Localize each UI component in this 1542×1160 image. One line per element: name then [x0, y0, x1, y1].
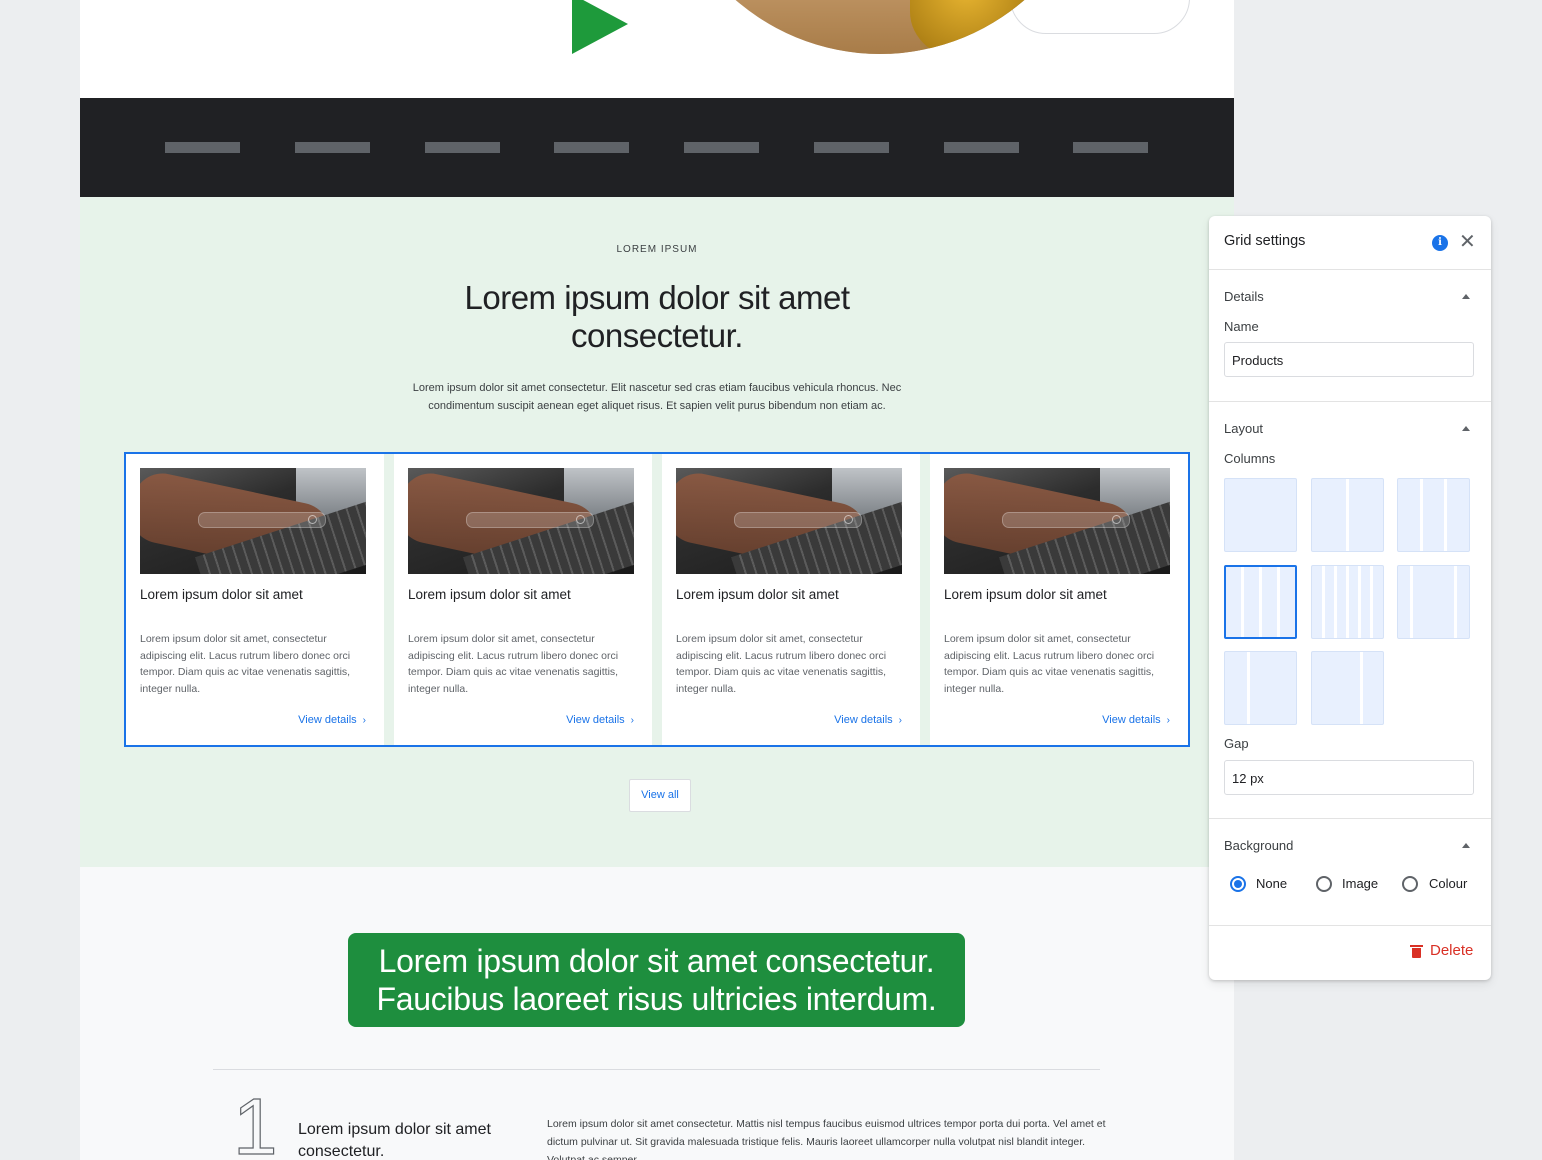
collapse-details-icon[interactable] [1462, 294, 1470, 299]
logo-placeholder [814, 142, 889, 153]
page-canvas: LOREM IPSUM Lorem ipsum dolor sit amet c… [80, 0, 1234, 1160]
card-image [676, 468, 902, 574]
background-colour-radio[interactable] [1402, 876, 1418, 892]
step-title: Lorem ipsum dolor sit amet consectetur. [298, 1121, 491, 1160]
divider [213, 1069, 1100, 1070]
layout-section-label[interactable]: Layout [1224, 421, 1263, 436]
gap-field[interactable]: 12 px [1224, 760, 1474, 795]
trash-icon[interactable] [1410, 945, 1423, 958]
background-image-radio[interactable] [1316, 876, 1332, 892]
collapse-background-icon[interactable] [1462, 843, 1470, 848]
column-option-2[interactable] [1311, 478, 1384, 552]
link-label: View details [1102, 714, 1161, 726]
columns-label: Columns [1224, 451, 1276, 466]
column-option-narrow-left[interactable] [1224, 651, 1297, 725]
name-field[interactable]: Products [1224, 342, 1474, 377]
section-lede: Lorem ipsum dolor sit amet consectetur. … [412, 382, 902, 412]
step-number: 1 [232, 1082, 278, 1160]
logo-placeholder [554, 142, 629, 153]
panel-header: Grid settings i ✕ [1209, 216, 1491, 270]
view-details-link[interactable]: View details › [566, 714, 634, 726]
card-description: Lorem ipsum dolor sit amet, consectetur … [676, 633, 887, 695]
card-image [408, 468, 634, 574]
logo-placeholder [1073, 142, 1148, 153]
close-icon[interactable]: ✕ [1459, 230, 1476, 254]
section-divider [1209, 818, 1491, 819]
product-card[interactable]: Lorem ipsum dolor sit amet Lorem ipsum d… [930, 454, 1188, 745]
chevron-right-icon: › [1166, 715, 1170, 726]
section-eyebrow: LOREM IPSUM [616, 244, 698, 255]
product-card[interactable]: Lorem ipsum dolor sit amet Lorem ipsum d… [126, 454, 384, 745]
hero-photo [660, 0, 1100, 54]
info-icon[interactable]: i [1432, 235, 1448, 251]
step-text: Lorem ipsum dolor sit amet consectetur. … [547, 1118, 1106, 1160]
hero-section [80, 0, 1234, 98]
link-label: View details [834, 714, 893, 726]
grid-settings-panel: Grid settings i ✕ Details Name Products … [1209, 216, 1491, 980]
view-details-link[interactable]: View details › [1102, 714, 1170, 726]
gap-label: Gap [1224, 736, 1249, 751]
panel-title: Grid settings [1224, 233, 1306, 249]
column-option-1[interactable] [1224, 478, 1297, 552]
name-label: Name [1224, 319, 1259, 334]
product-card[interactable]: Lorem ipsum dolor sit amet Lorem ipsum d… [394, 454, 652, 745]
background-image-label[interactable]: Image [1342, 876, 1378, 891]
details-section-label[interactable]: Details [1224, 289, 1264, 304]
lower-section: Lorem ipsum dolor sit amet consectetur. … [80, 867, 1234, 1160]
column-option-4[interactable] [1224, 565, 1297, 639]
chevron-right-icon: › [630, 715, 634, 726]
card-image [140, 468, 366, 574]
logo-placeholder [684, 142, 759, 153]
card-title: Lorem ipsum dolor sit amet [408, 587, 571, 602]
collapse-layout-icon[interactable] [1462, 426, 1470, 431]
view-details-link[interactable]: View details › [834, 714, 902, 726]
section-divider [1209, 401, 1491, 402]
background-section-label[interactable]: Background [1224, 838, 1293, 853]
link-label: View details [298, 714, 357, 726]
chevron-right-icon: › [898, 715, 902, 726]
column-option-6[interactable] [1311, 565, 1384, 639]
view-details-link[interactable]: View details › [298, 714, 366, 726]
chevron-right-icon: › [362, 715, 366, 726]
delete-button[interactable]: Delete [1430, 942, 1473, 959]
section-divider [1209, 925, 1491, 926]
play-triangle-icon[interactable] [572, 0, 628, 54]
products-grid[interactable]: Lorem ipsum dolor sit amet Lorem ipsum d… [124, 452, 1190, 747]
link-label: View details [566, 714, 625, 726]
background-none-radio[interactable] [1230, 876, 1246, 892]
logo-placeholder [944, 142, 1019, 153]
logo-bar [80, 98, 1234, 197]
card-description: Lorem ipsum dolor sit amet, consectetur … [140, 633, 351, 695]
logo-placeholder [425, 142, 500, 153]
card-title: Lorem ipsum dolor sit amet [944, 587, 1107, 602]
card-image [944, 468, 1170, 574]
section-headline: Lorem ipsum dolor sit amet consectetur. [464, 279, 850, 354]
card-title: Lorem ipsum dolor sit amet [140, 587, 303, 602]
background-none-label[interactable]: None [1256, 876, 1287, 891]
card-title: Lorem ipsum dolor sit amet [676, 587, 839, 602]
column-option-wide-centre[interactable] [1397, 565, 1470, 639]
view-all-button[interactable]: View all [629, 779, 691, 812]
logo-placeholder [165, 142, 240, 153]
background-colour-label[interactable]: Colour [1429, 876, 1467, 891]
column-option-narrow-right[interactable] [1311, 651, 1384, 725]
card-description: Lorem ipsum dolor sit amet, consectetur … [408, 633, 619, 695]
highlight-banner: Lorem ipsum dolor sit amet consectetur. … [348, 933, 965, 1027]
card-description: Lorem ipsum dolor sit amet, consectetur … [944, 633, 1155, 695]
products-section: LOREM IPSUM Lorem ipsum dolor sit amet c… [80, 197, 1234, 867]
product-card[interactable]: Lorem ipsum dolor sit amet Lorem ipsum d… [662, 454, 920, 745]
column-option-3[interactable] [1397, 478, 1470, 552]
logo-placeholder [295, 142, 370, 153]
